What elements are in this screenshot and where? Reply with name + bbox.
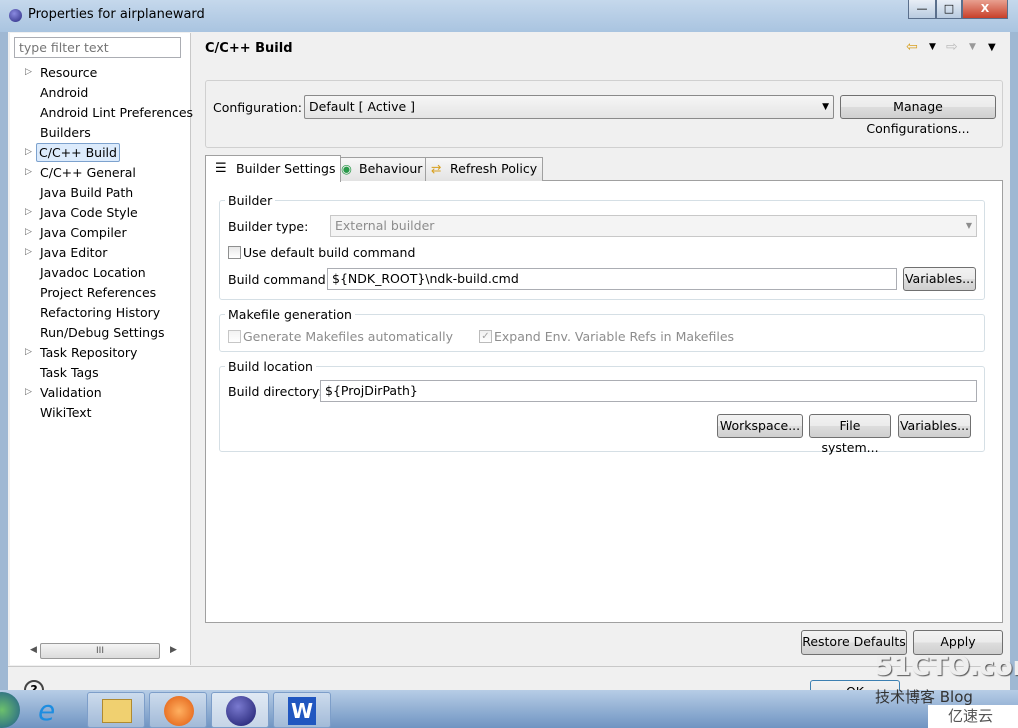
tree-item[interactable]: Java Editor — [38, 243, 109, 262]
back-arrow-icon[interactable]: ⇦ — [906, 39, 918, 55]
file-system-button[interactable]: File system... — [809, 414, 891, 455]
maximize-button[interactable]: □ — [936, 0, 962, 19]
tree-item[interactable]: Task Tags — [38, 363, 101, 382]
tab-builder-settings[interactable]: ☰ Builder Settings — [205, 155, 342, 182]
chevron-down-icon: ▼ — [965, 221, 972, 230]
tab-behaviour[interactable]: ◉ Behaviour — [334, 157, 429, 181]
tab-label: Builder Settings — [236, 161, 336, 176]
builder-type-value: External builder — [335, 218, 435, 233]
back-dropdown-icon[interactable]: ▼ — [929, 42, 936, 52]
scroll-right-icon[interactable]: ▶ — [170, 645, 177, 655]
wps-writer-icon: W — [288, 697, 316, 725]
builder-variables-button[interactable]: Variables... — [903, 267, 976, 291]
generate-makefiles-label: Generate Makefiles automatically — [243, 329, 454, 344]
expand-env-refs-checkbox[interactable]: ✓ — [479, 330, 492, 343]
tree-item[interactable]: Android Lint Preferences — [38, 103, 195, 122]
expand-arrow-icon[interactable]: ▷ — [25, 227, 32, 237]
tree-item[interactable]: C/C++ General — [38, 163, 138, 182]
use-default-build-command-label: Use default build command — [243, 245, 416, 260]
build-command-input[interactable]: ${NDK_ROOT}\ndk-build.cmd — [327, 268, 897, 290]
tree-item[interactable]: Builders — [38, 123, 93, 142]
forward-arrow-icon[interactable]: ⇨ — [946, 39, 958, 55]
tree-item[interactable]: Java Compiler — [38, 223, 129, 242]
tab-refresh-policy[interactable]: ⇄ Refresh Policy — [425, 157, 544, 181]
scroll-left-icon[interactable]: ◀ — [30, 645, 37, 655]
expand-arrow-icon[interactable]: ▷ — [25, 67, 32, 77]
tree-horizontal-scrollbar[interactable]: ◀ III ▶ — [30, 643, 180, 660]
browser-icon — [164, 696, 194, 726]
tree-item[interactable]: Refactoring History — [38, 303, 162, 322]
builder-group-label: Builder — [225, 193, 276, 208]
tree-item[interactable]: Java Build Path — [38, 183, 135, 202]
tree-item[interactable]: WikiText — [38, 403, 94, 422]
filter-input[interactable] — [14, 37, 181, 58]
page-title: C/C++ Build — [205, 41, 293, 56]
scroll-thumb[interactable]: III — [40, 643, 160, 659]
wps-taskbar-button[interactable]: W — [273, 692, 331, 728]
refresh-icon: ⇄ — [431, 161, 442, 176]
tree-item[interactable]: Run/Debug Settings — [38, 323, 167, 342]
tree-item[interactable]: Android — [38, 83, 90, 102]
tree-item[interactable]: Validation — [38, 383, 104, 402]
browser-taskbar-button[interactable] — [149, 692, 207, 728]
configuration-label: Configuration: — [213, 100, 302, 115]
expand-arrow-icon[interactable]: ▷ — [25, 387, 32, 397]
tree-item[interactable]: Javadoc Location — [38, 263, 148, 282]
eclipse-icon — [226, 696, 256, 726]
window-title: Properties for airplaneward — [28, 7, 205, 22]
tree-item[interactable]: Java Code Style — [38, 203, 140, 222]
divider — [8, 666, 1010, 667]
radio-icon: ◉ — [341, 161, 352, 176]
build-location-group-label: Build location — [225, 359, 316, 374]
view-menu-icon[interactable]: ▼ — [988, 42, 996, 53]
expand-arrow-icon[interactable]: ▷ — [25, 247, 32, 257]
builder-type-label: Builder type: — [228, 219, 309, 234]
tree-item[interactable]: C/C++ Build — [36, 143, 120, 162]
build-directory-label: Build directory: — [228, 384, 323, 399]
expand-arrow-icon[interactable]: ▷ — [25, 147, 32, 157]
watermark-51cto: 51CTO.com — [875, 652, 1018, 682]
watermark-yisuyun: 亿速云 — [928, 705, 1018, 728]
use-default-build-command-checkbox[interactable] — [228, 246, 241, 259]
builder-type-select[interactable]: External builder ▼ — [330, 215, 977, 237]
expand-arrow-icon[interactable]: ▷ — [25, 167, 32, 177]
watermark-blog: 技术博客 Blog — [875, 688, 973, 706]
location-variables-button[interactable]: Variables... — [898, 414, 971, 438]
forward-dropdown-icon[interactable]: ▼ — [969, 42, 976, 52]
tab-label: Refresh Policy — [450, 161, 538, 176]
workspace-button[interactable]: Workspace... — [717, 414, 803, 438]
makefile-group-label: Makefile generation — [225, 307, 355, 322]
expand-env-refs-label: Expand Env. Variable Refs in Makefiles — [494, 329, 735, 344]
eclipse-icon — [9, 9, 22, 22]
configuration-select[interactable]: Default [ Active ] ▼ — [304, 95, 834, 119]
expand-arrow-icon[interactable]: ▷ — [25, 347, 32, 357]
list-icon: ☰ — [215, 161, 227, 176]
tree-item[interactable]: Task Repository — [38, 343, 139, 362]
explorer-taskbar-button[interactable] — [87, 692, 145, 728]
chevron-down-icon: ▼ — [822, 102, 829, 112]
tab-label: Behaviour — [359, 161, 423, 176]
build-directory-input[interactable]: ${ProjDirPath} — [320, 380, 977, 402]
manage-configurations-button[interactable]: Manage Configurations... — [840, 95, 996, 136]
close-button[interactable]: X — [962, 0, 1008, 19]
expand-arrow-icon[interactable]: ▷ — [25, 207, 32, 217]
build-command-label: Build command: — [228, 272, 330, 287]
folder-icon — [102, 699, 132, 723]
minimize-button[interactable]: — — [908, 0, 936, 19]
configuration-value: Default [ Active ] — [309, 99, 416, 114]
tree-item[interactable]: Project References — [38, 283, 158, 302]
generate-makefiles-checkbox[interactable] — [228, 330, 241, 343]
tree-item[interactable]: Resource — [38, 63, 99, 82]
internet-explorer-icon[interactable]: e — [38, 694, 55, 727]
eclipse-taskbar-button[interactable] — [211, 692, 269, 728]
